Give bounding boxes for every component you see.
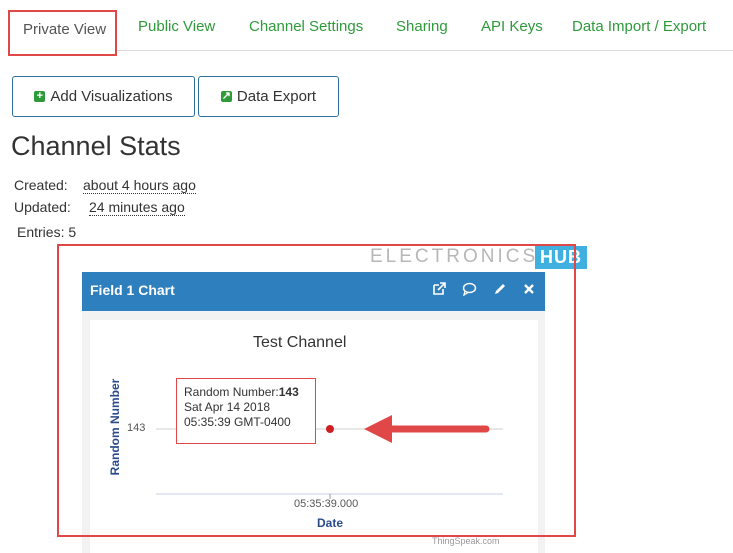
chart-credit: ThingSpeak.com xyxy=(432,536,500,546)
highlight-box xyxy=(57,244,576,537)
